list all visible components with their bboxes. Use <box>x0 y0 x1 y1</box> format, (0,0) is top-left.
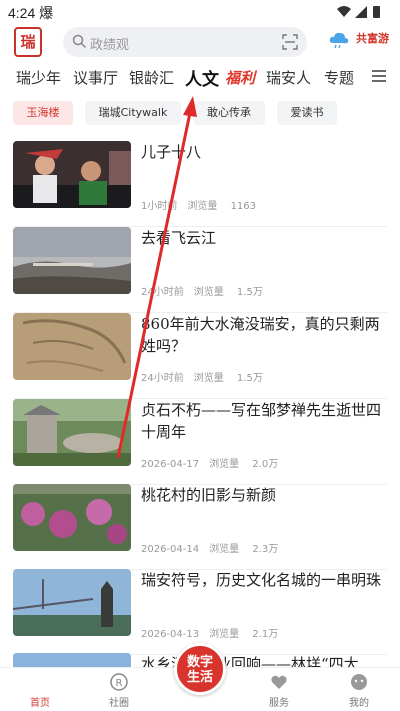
article-meta: 24小时前 浏览量 1.5万 <box>141 373 263 384</box>
channel-tabs: | 瑞少年 议事厅 银龄汇 人文 福利 瑞安人 专题 <box>0 63 400 91</box>
article-meta: 24小时前 浏览量 1.5万 <box>141 287 263 298</box>
community-icon: R <box>110 673 128 691</box>
tag-yuhailou[interactable]: 玉海楼 <box>13 101 73 125</box>
home-icon <box>30 672 50 692</box>
tab-fuli[interactable]: 福利 <box>225 67 255 88</box>
status-icons <box>337 6 380 18</box>
tag-aidushu[interactable]: 爱读书 <box>277 101 337 125</box>
app-header: 瑞 政绩观 共富游 <box>0 24 400 60</box>
article-thumbnail <box>13 141 131 208</box>
service-heart-icon <box>271 675 287 689</box>
svg-text:R: R <box>116 678 123 689</box>
wifi-icon <box>337 6 351 17</box>
scan-icon[interactable] <box>282 34 298 50</box>
article-thumbnail <box>13 227 131 294</box>
search-bar[interactable]: 政绩观 <box>63 27 307 57</box>
sub-tags: 玉海楼 瑞城Citywalk 敢心传承 爱读书 <box>0 101 400 125</box>
article-meta: 2026-04-17 浏览量 2.0万 <box>141 459 279 470</box>
article-item[interactable]: 贞石不朽——写在邹梦禅先生逝世四十周年 2026-04-17 浏览量 2.0万 <box>0 399 400 485</box>
status-time: 4:24 爆 <box>8 5 54 21</box>
signal-icon <box>355 6 367 18</box>
search-icon <box>72 34 87 49</box>
tab-ruianren[interactable]: 瑞安人 <box>266 67 311 88</box>
article-item[interactable]: 儿子十八 1小时前 浏览量 1163 <box>0 141 400 227</box>
tab-ruishaonian[interactable]: 瑞少年 <box>16 67 61 88</box>
status-bar: 4:24 爆 <box>0 0 400 24</box>
tab-zhuanti[interactable]: 专题 <box>324 67 354 88</box>
battery-icon <box>373 6 380 18</box>
promo-banner[interactable]: 共富游 <box>356 30 389 46</box>
tab-partial-left: | <box>0 67 1 85</box>
tab-yishiting[interactable]: 议事厅 <box>73 67 118 88</box>
article-thumbnail <box>13 399 131 466</box>
nav-service[interactable]: 服务 <box>244 670 314 709</box>
tag-ganxin[interactable]: 敢心传承 <box>193 101 265 125</box>
digital-life-button[interactable]: 数字 生活 <box>174 643 226 695</box>
article-meta: 2026-04-14 浏览量 2.3万 <box>141 544 279 555</box>
article-title[interactable]: 860年前大水淹没瑞安，真的只剩两姓吗？ <box>141 313 387 357</box>
search-placeholder: 政绩观 <box>90 38 130 53</box>
nav-mine[interactable]: 我的 <box>324 670 394 709</box>
nav-home[interactable]: 首页 <box>5 670 75 709</box>
app-logo[interactable]: 瑞 <box>14 27 42 57</box>
profile-icon <box>351 674 367 690</box>
article-item[interactable]: 去看飞云江 24小时前 浏览量 1.5万 <box>0 227 400 313</box>
article-thumbnail <box>13 569 131 636</box>
article-thumbnail <box>13 484 131 551</box>
article-title[interactable]: 瑞安符号，历史文化名城的一串明珠 <box>141 569 387 591</box>
article-title[interactable]: 贞石不朽——写在邹梦禅先生逝世四十周年 <box>141 399 387 443</box>
menu-icon[interactable] <box>372 70 386 82</box>
article-title[interactable]: 去看飞云江 <box>141 227 387 249</box>
cloud-icon[interactable] <box>328 28 350 50</box>
article-item[interactable]: 桃花村的旧影与新颜 2026-04-14 浏览量 2.3万 <box>0 484 400 570</box>
article-title[interactable]: 桃花村的旧影与新颜 <box>141 484 387 506</box>
tab-renwen[interactable]: 人文 <box>185 65 219 90</box>
article-thumbnail <box>13 313 131 380</box>
nav-shequan[interactable]: R 社圈 <box>84 670 154 709</box>
tab-yinlinghui[interactable]: 银龄汇 <box>129 67 174 88</box>
article-meta: 1小时前 浏览量 1163 <box>141 201 257 212</box>
article-item[interactable]: 860年前大水淹没瑞安，真的只剩两姓吗？ 24小时前 浏览量 1.5万 <box>0 313 400 399</box>
article-title[interactable]: 儿子十八 <box>141 141 387 163</box>
tag-citywalk[interactable]: 瑞城Citywalk <box>85 101 181 125</box>
article-meta: 2026-04-13 浏览量 2.1万 <box>141 629 279 640</box>
